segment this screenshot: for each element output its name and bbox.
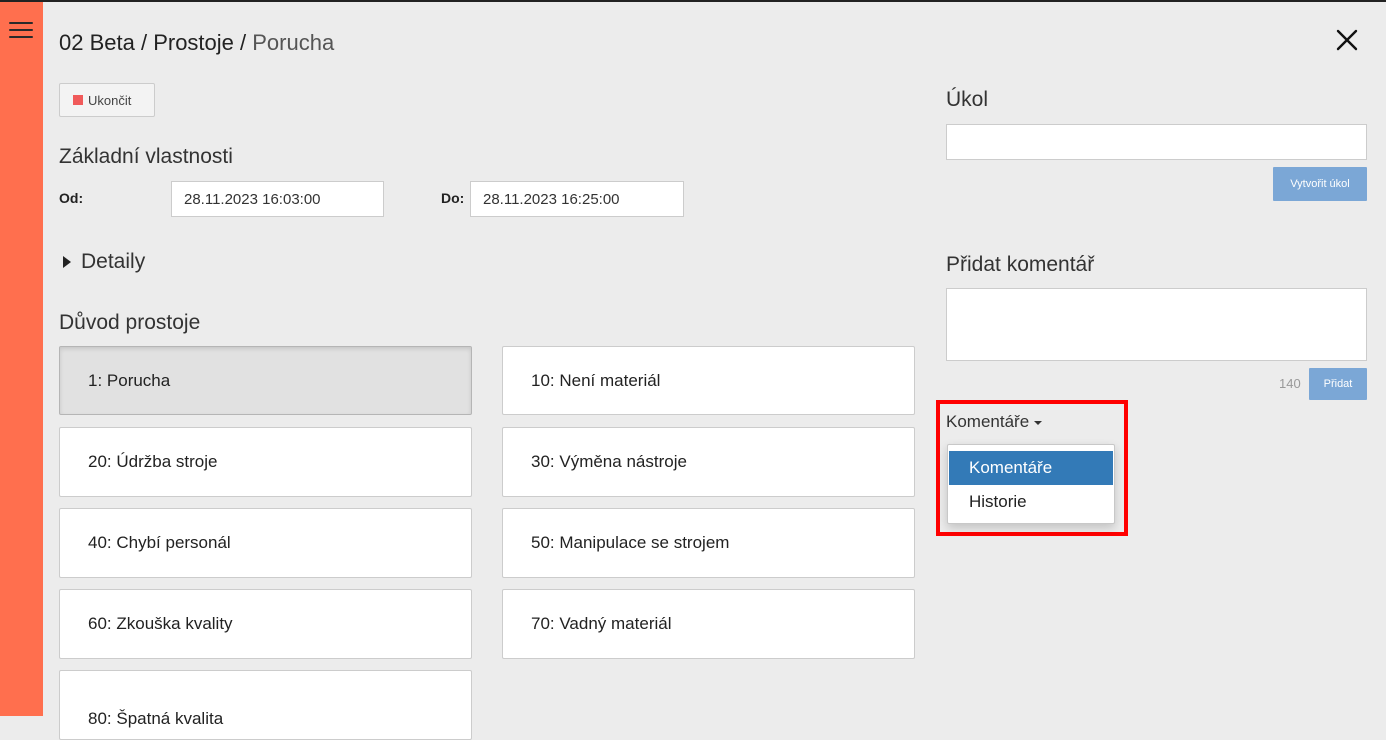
breadcrumb: 02 Beta / Prostoje / Porucha bbox=[59, 30, 334, 56]
breadcrumb-section[interactable]: Prostoje bbox=[153, 30, 234, 55]
stop-square-icon bbox=[73, 95, 83, 105]
breadcrumb-current: Porucha bbox=[252, 30, 335, 55]
to-date-field[interactable]: 28.11.2023 16:25:00 bbox=[470, 181, 684, 217]
properties-heading: Základní vlastnosti bbox=[59, 145, 233, 168]
reason-label: 70: Vadný materiál bbox=[531, 614, 672, 633]
reason-button-1[interactable]: 1: Porucha bbox=[59, 346, 472, 415]
reason-button-60[interactable]: 60: Zkouška kvality bbox=[59, 589, 472, 659]
from-label: Od: bbox=[59, 190, 84, 206]
breadcrumb-separator: / bbox=[134, 30, 154, 55]
dropdown-option-history[interactable]: Historie bbox=[949, 485, 1113, 519]
dropdown-option-comments[interactable]: Komentáře bbox=[949, 451, 1113, 485]
comment-heading: Přidat komentář bbox=[946, 253, 1095, 276]
stop-button-label: Ukončit bbox=[88, 92, 132, 108]
breadcrumb-separator: / bbox=[233, 30, 253, 55]
reason-label: 30: Výměna nástroje bbox=[531, 452, 687, 471]
comment-char-counter: 140 bbox=[1279, 376, 1301, 391]
reason-button-30[interactable]: 30: Výměna nástroje bbox=[502, 427, 915, 497]
task-heading: Úkol bbox=[946, 88, 989, 111]
details-label: Detaily bbox=[81, 250, 146, 273]
reason-button-80[interactable]: 80: Špatná kvalita bbox=[59, 670, 472, 740]
create-task-button[interactable]: Vytvořit úkol bbox=[1273, 167, 1367, 201]
reason-label: 50: Manipulace se strojem bbox=[531, 533, 730, 552]
comments-dropdown-label: Komentáře bbox=[946, 412, 1030, 431]
reason-button-50[interactable]: 50: Manipulace se strojem bbox=[502, 508, 915, 578]
comment-textarea[interactable] bbox=[946, 288, 1367, 361]
reason-button-40[interactable]: 40: Chybí personál bbox=[59, 508, 472, 578]
from-date-field[interactable]: 28.11.2023 16:03:00 bbox=[171, 181, 384, 217]
caret-down-icon bbox=[1034, 421, 1043, 425]
reason-button-10[interactable]: 10: Není materiál bbox=[502, 346, 915, 415]
details-toggle[interactable]: Detaily bbox=[63, 250, 145, 274]
close-icon[interactable] bbox=[1333, 26, 1361, 54]
reason-label: 80: Špatná kvalita bbox=[88, 709, 224, 728]
reason-button-70[interactable]: 70: Vadný materiál bbox=[502, 589, 915, 659]
comments-dropdown-menu: Komentáře Historie bbox=[947, 444, 1115, 524]
task-input[interactable] bbox=[946, 124, 1367, 160]
hamburger-icon[interactable] bbox=[9, 22, 33, 40]
breadcrumb-line[interactable]: 02 Beta bbox=[59, 30, 135, 55]
reason-button-20[interactable]: 20: Údržba stroje bbox=[59, 427, 472, 497]
reason-label: 20: Údržba stroje bbox=[88, 452, 218, 471]
reason-label: 1: Porucha bbox=[88, 370, 171, 390]
to-label: Do: bbox=[441, 190, 465, 206]
caret-right-icon bbox=[63, 256, 71, 268]
reason-label: 10: Není materiál bbox=[531, 370, 661, 390]
sidebar bbox=[0, 2, 43, 716]
reason-label: 40: Chybí personál bbox=[88, 533, 231, 552]
add-comment-button[interactable]: Přidat bbox=[1309, 368, 1367, 400]
reason-heading: Důvod prostoje bbox=[59, 311, 201, 334]
reason-label: 60: Zkouška kvality bbox=[88, 614, 233, 633]
stop-button[interactable]: Ukončit bbox=[59, 83, 155, 117]
downtime-panel: 02 Beta / Prostoje / Porucha Ukončit Zák… bbox=[43, 2, 1386, 740]
comments-dropdown-toggle[interactable]: Komentáře bbox=[946, 412, 1043, 432]
